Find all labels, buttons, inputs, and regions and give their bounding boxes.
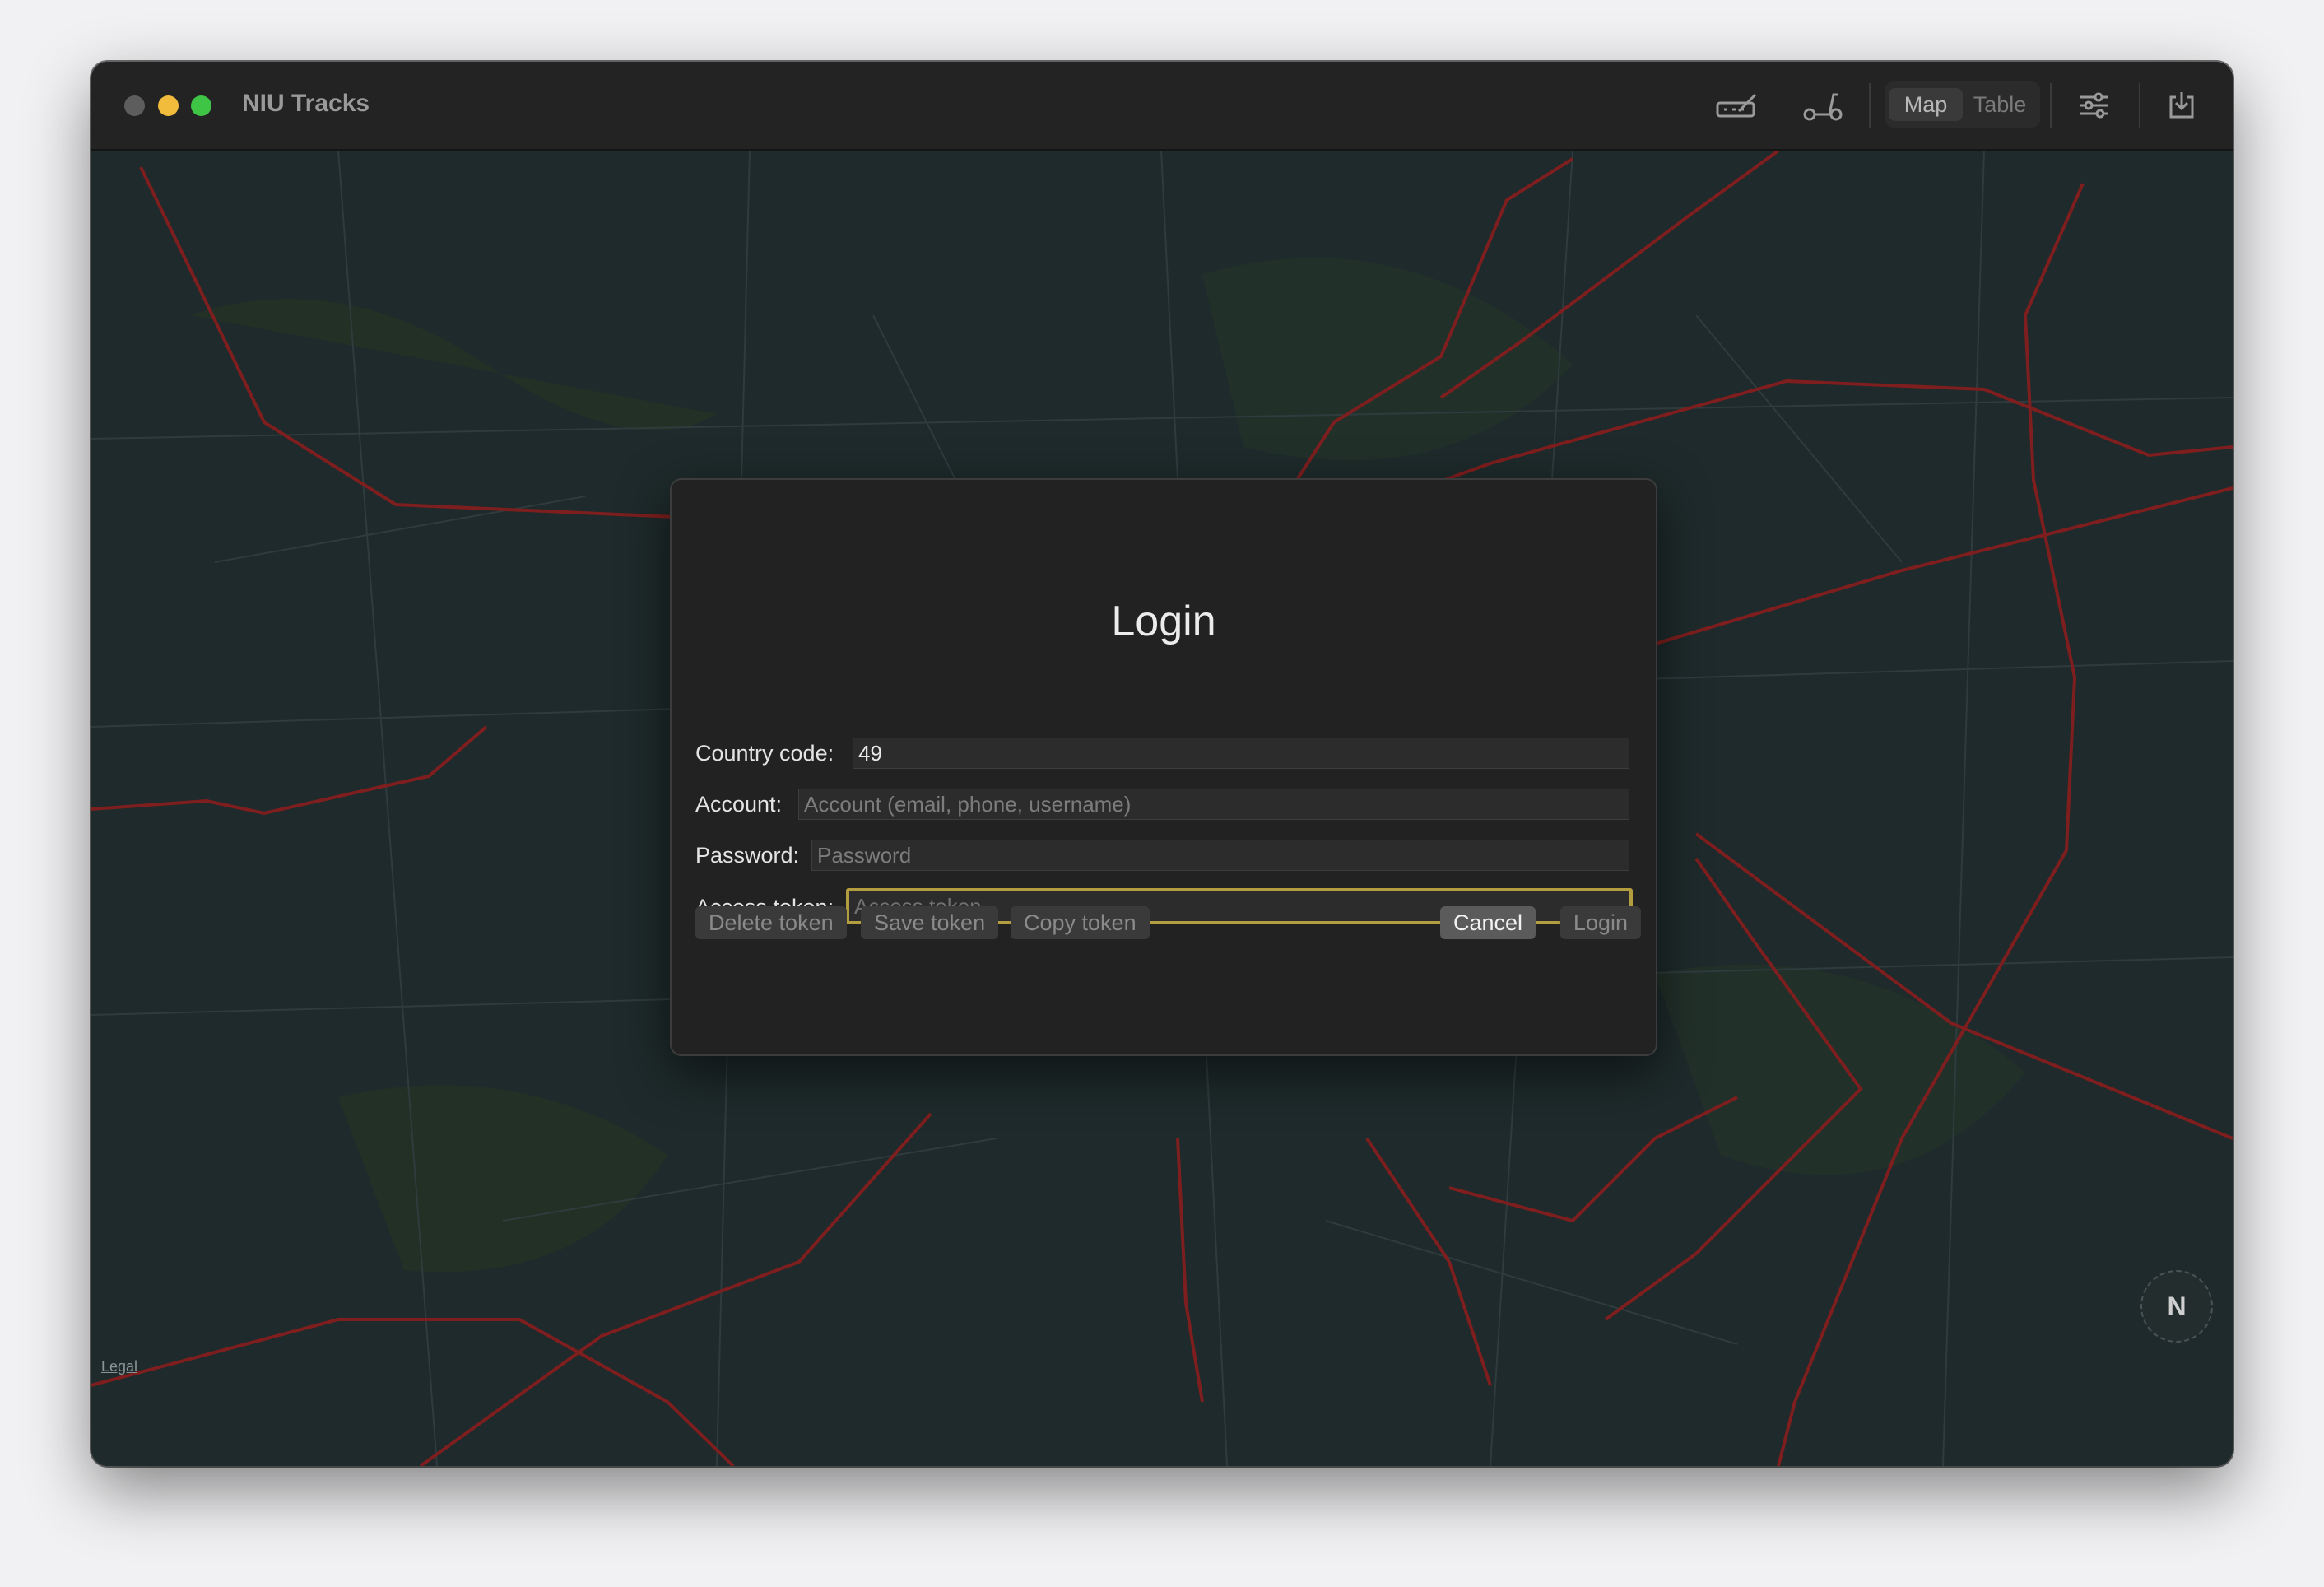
- save-token-button[interactable]: Save token: [861, 906, 999, 939]
- toolbar-separator: [1869, 83, 1871, 128]
- account-label: Account:: [695, 792, 783, 817]
- account-input[interactable]: [804, 789, 1629, 820]
- password-field[interactable]: [811, 840, 1629, 871]
- login-button[interactable]: Login: [1559, 906, 1641, 939]
- maximize-window-button[interactable]: [191, 95, 211, 116]
- country-code-field[interactable]: [853, 738, 1629, 769]
- password-input[interactable]: [817, 840, 1629, 871]
- app-title: NIU Tracks: [242, 90, 370, 117]
- password-label: Password:: [695, 843, 800, 868]
- country-code-input[interactable]: [858, 738, 1629, 769]
- app-window: NIU Tracks Map Table Legal N Login Count…: [91, 62, 2233, 1466]
- title-bar: NIU Tracks Map Table: [91, 62, 2233, 151]
- scooter-icon[interactable]: [1800, 86, 1846, 124]
- toolbar-separator: [2050, 83, 2052, 128]
- download-icon[interactable]: [2159, 86, 2205, 124]
- cancel-button[interactable]: Cancel: [1440, 906, 1536, 939]
- dialog-title: Login: [1111, 598, 1216, 645]
- speedometer-icon[interactable]: [1714, 86, 1760, 124]
- tab-table[interactable]: Table: [1963, 88, 2037, 121]
- account-field[interactable]: [798, 789, 1629, 820]
- toolbar-separator: [2139, 83, 2140, 128]
- login-dialog: Login Country code: Account: Password: A…: [670, 478, 1657, 1056]
- country-code-label: Country code:: [695, 741, 834, 766]
- tab-map[interactable]: Map: [1889, 88, 1963, 121]
- view-segmented-control: Map Table: [1885, 81, 2040, 128]
- minimize-window-button[interactable]: [158, 95, 179, 116]
- copy-token-button[interactable]: Copy token: [1011, 906, 1150, 939]
- map-legal-link[interactable]: Legal: [101, 1358, 137, 1375]
- delete-token-button[interactable]: Delete token: [695, 906, 847, 939]
- compass-icon[interactable]: N: [2140, 1270, 2213, 1343]
- sliders-icon[interactable]: [2071, 86, 2117, 124]
- close-window-button[interactable]: [124, 95, 145, 116]
